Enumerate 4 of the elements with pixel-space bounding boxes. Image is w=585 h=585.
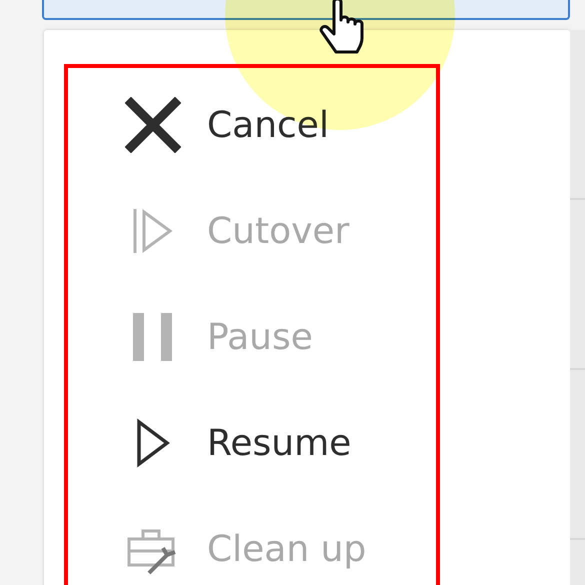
close-icon [125, 97, 181, 153]
menu-item[interactable]: Resume [207, 422, 352, 464]
menu-item[interactable]: Cancel [207, 104, 329, 146]
selected-row[interactable] [42, 0, 570, 20]
